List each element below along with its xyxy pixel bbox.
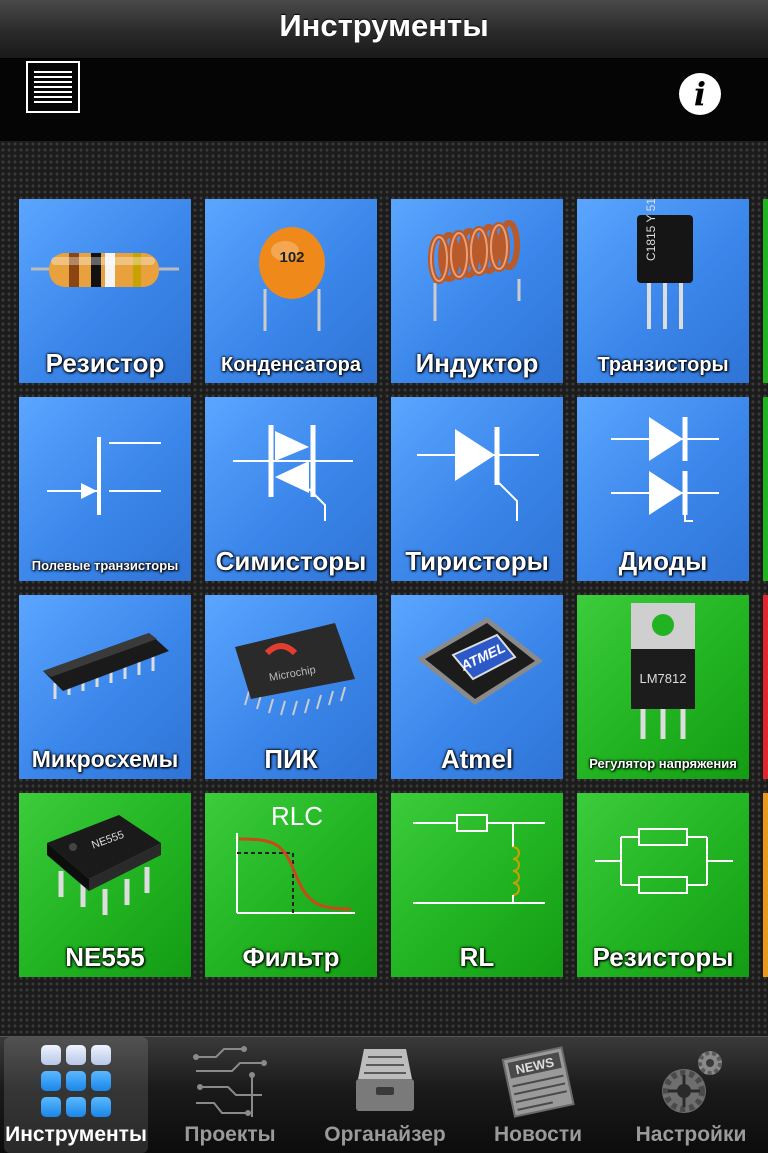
tile-label: Резисторы xyxy=(592,942,734,972)
voltage-regulator-icon: LM7812 xyxy=(631,603,695,739)
tile-label: Симисторы xyxy=(215,546,367,576)
tile-thyristor[interactable]: Тиристоры xyxy=(391,397,563,581)
tile-label: Полевые транзисторы xyxy=(31,558,179,573)
tile-label: Фильтр xyxy=(242,942,340,972)
tab-label: Проекты xyxy=(184,1123,276,1146)
tile-label: Резистор xyxy=(45,348,165,378)
file-drawer-icon xyxy=(356,1049,414,1111)
tools-grid: Резистор 102 Конденсатора Индуктор C1815… xyxy=(0,141,768,1036)
tab-settings[interactable]: Настройки xyxy=(618,1037,764,1153)
filter-marking: RLC xyxy=(271,801,323,831)
fet-symbol-icon xyxy=(47,437,161,515)
tile-label: RL xyxy=(459,942,495,972)
tile-pic[interactable]: Microchip ПИК xyxy=(205,595,377,779)
tile-label: NE555 xyxy=(65,942,145,972)
tab-label: Новости xyxy=(493,1123,583,1146)
circuit-board-icon xyxy=(193,1046,267,1117)
tab-tools[interactable]: Инструменты xyxy=(4,1037,148,1153)
tile-inductor[interactable]: Индуктор xyxy=(391,199,563,383)
toolbar: i xyxy=(0,59,768,141)
tile-resistors[interactable]: Резисторы xyxy=(577,793,749,977)
grid-apps-icon xyxy=(41,1045,111,1117)
tile-label: Atmel xyxy=(440,744,514,774)
transistor-marking: C1815 Y 51 xyxy=(644,199,658,261)
tab-projects[interactable]: Проекты xyxy=(162,1037,298,1153)
tile-label: Транзисторы xyxy=(597,354,729,376)
tile-label: Регулятор напряжения xyxy=(589,756,737,771)
tile-label: Диоды xyxy=(618,546,708,576)
newspaper-icon: NEWS xyxy=(501,1046,575,1118)
tab-news[interactable]: NEWS Новости xyxy=(476,1037,600,1153)
tab-organizer[interactable]: Органайзер xyxy=(312,1037,458,1153)
tile-transistor[interactable]: C1815 Y 51 Транзисторы xyxy=(577,199,749,383)
tile-microchips[interactable]: Микросхемы xyxy=(19,595,191,779)
tile-capacitor[interactable]: 102 Конденсатора xyxy=(205,199,377,383)
tab-label: Настройки xyxy=(635,1123,747,1146)
info-icon[interactable]: i xyxy=(679,73,721,115)
tab-label: Органайзер xyxy=(324,1123,446,1146)
menu-line xyxy=(34,71,72,73)
page-title: Инструменты xyxy=(279,8,489,43)
tile-fet[interactable]: Полевые транзисторы xyxy=(19,397,191,581)
edge-tile[interactable] xyxy=(763,199,768,383)
tile-triac[interactable]: Симисторы xyxy=(205,397,377,581)
tile-label: ПИК xyxy=(264,744,318,774)
menu-button[interactable] xyxy=(26,61,80,113)
title-bar: Инструменты xyxy=(0,0,768,59)
regulator-marking: LM7812 xyxy=(640,671,687,686)
tile-ne555[interactable]: NE555 NE555 xyxy=(19,793,191,977)
edge-tile[interactable] xyxy=(763,793,768,977)
tile-atmel[interactable]: ATMEL Atmel xyxy=(391,595,563,779)
edge-tile[interactable] xyxy=(763,397,768,581)
capacitor-marking: 102 xyxy=(279,249,304,266)
tile-filter[interactable]: RLC Фильтр xyxy=(205,793,377,977)
tile-voltage-regulator[interactable]: LM7812 Регулятор напряжения xyxy=(577,595,749,779)
tile-diodes[interactable]: Диоды xyxy=(577,397,749,581)
tab-bar: Инструменты Проекты Органайзер NEWS Ново… xyxy=(0,1036,768,1153)
tile-rl[interactable]: RL xyxy=(391,793,563,977)
tile-label: Микросхемы xyxy=(31,746,179,772)
tile-label: Индуктор xyxy=(415,348,539,378)
tile-resistor[interactable]: Резистор xyxy=(19,199,191,383)
gears-icon xyxy=(662,1051,722,1113)
tile-label: Конденсатора xyxy=(221,354,361,376)
tile-label: Тиристоры xyxy=(405,546,549,576)
tab-label: Инструменты xyxy=(5,1123,147,1146)
edge-tile[interactable] xyxy=(763,595,768,779)
